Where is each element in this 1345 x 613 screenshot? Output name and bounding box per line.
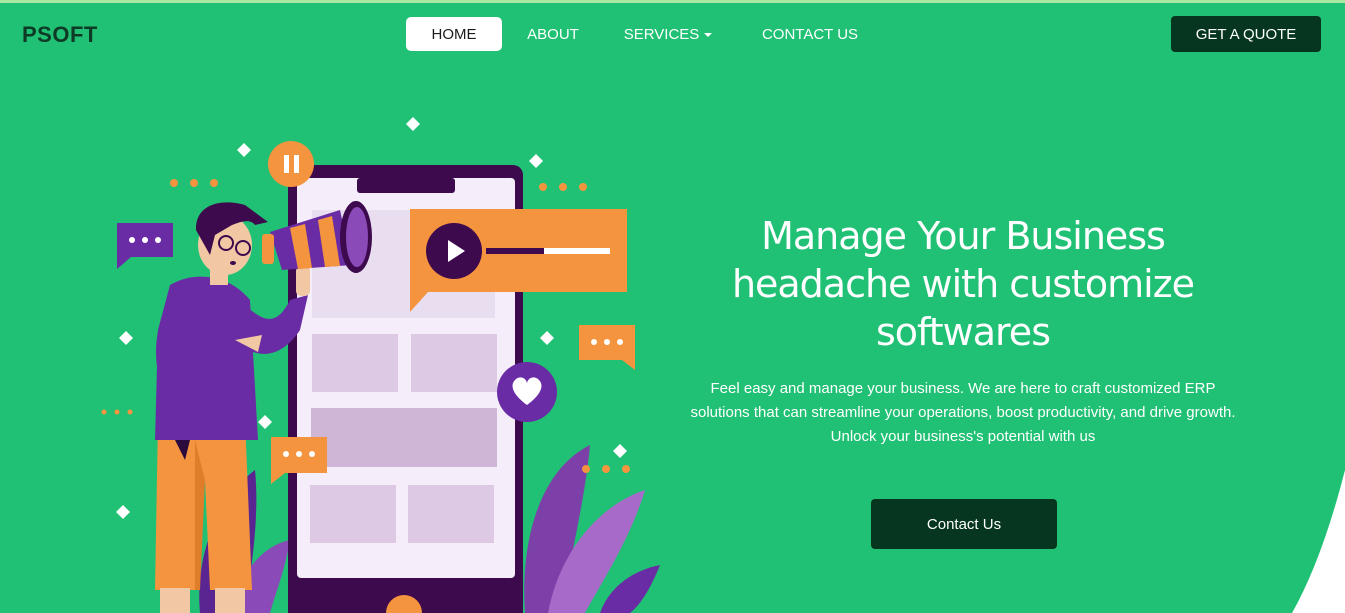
- hero-headline: Manage Your Business headache with custo…: [731, 214, 1195, 354]
- nav-item-label: CONTACT US: [761, 25, 859, 43]
- nav-item-contact-us[interactable]: CONTACT US: [736, 17, 884, 51]
- heart-icon: [497, 362, 557, 422]
- hero-description: Feel easy and manage your business. We a…: [690, 380, 1236, 445]
- chat-bubble-icon: [579, 325, 635, 370]
- contact-us-button[interactable]: Contact Us: [871, 499, 1057, 549]
- chat-bubble-icon: [117, 223, 173, 269]
- man-with-megaphone-and-phone-illustration: [101, 117, 660, 613]
- caret-down-icon: [704, 33, 713, 37]
- get-a-quote-button[interactable]: GET A QUOTE: [1171, 16, 1321, 52]
- pause-icon: [268, 141, 314, 187]
